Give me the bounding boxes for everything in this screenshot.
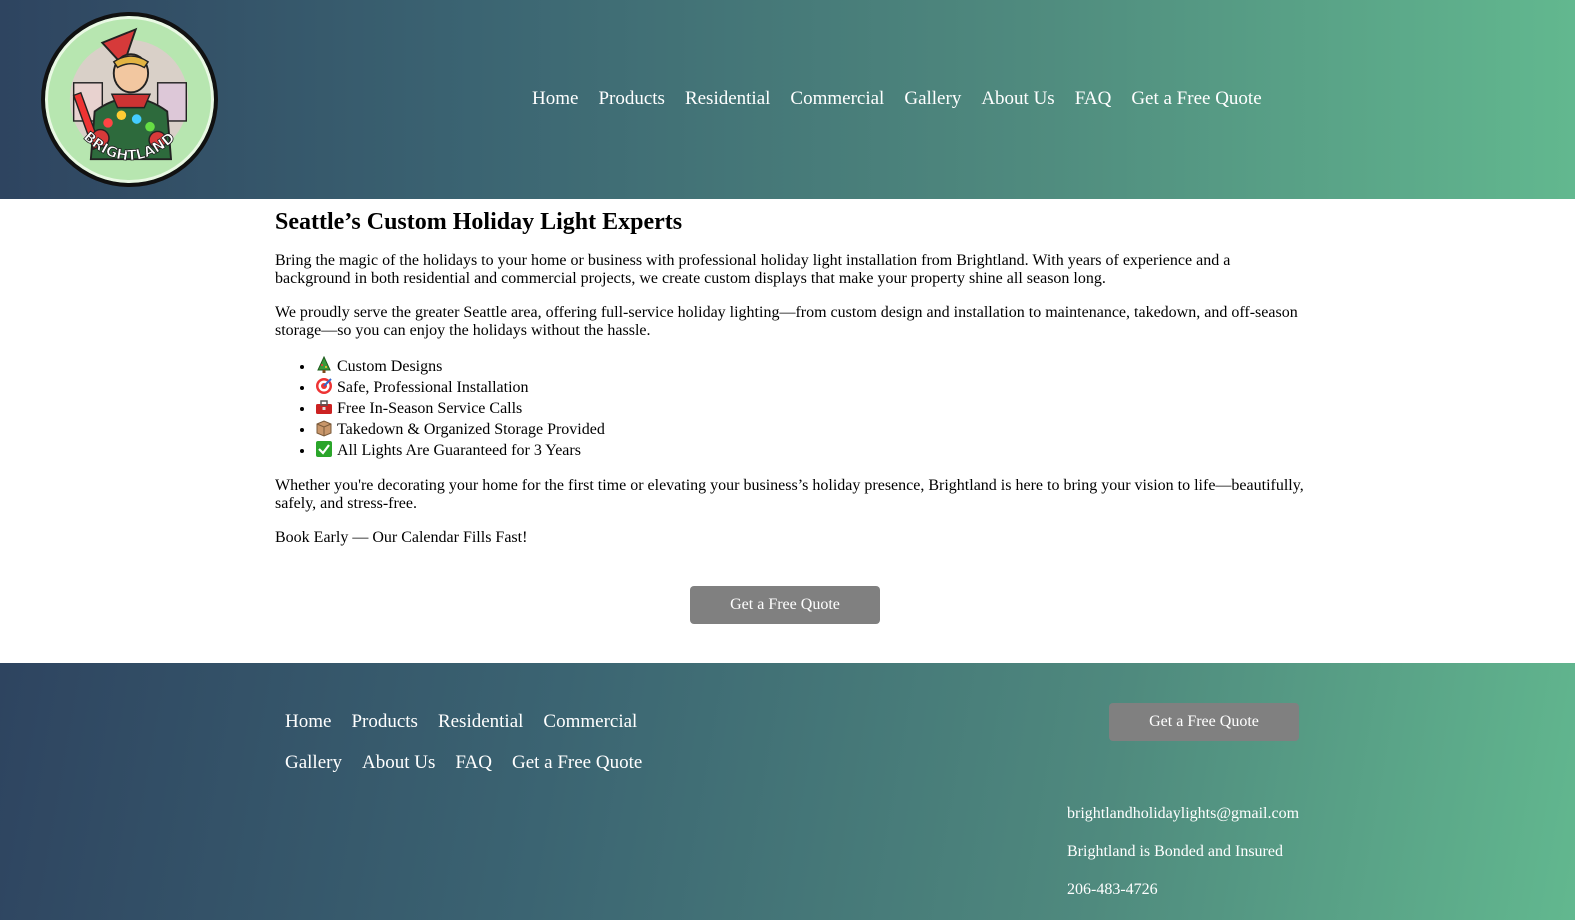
nav-get-quote[interactable]: Get a Free Quote — [1131, 88, 1261, 110]
nav-about-us[interactable]: About Us — [981, 88, 1054, 110]
nav-faq[interactable]: FAQ — [1075, 88, 1112, 110]
nav-commercial[interactable]: Commercial — [790, 88, 884, 110]
contact-info: brightlandholidaylights@gmail.com Bright… — [1067, 805, 1299, 919]
feature-label: Custom Designs — [337, 358, 443, 375]
footer-nav-gallery[interactable]: Gallery — [285, 752, 342, 773]
footer-nav-commercial[interactable]: Commercial — [543, 711, 637, 732]
feature-label: Free In-Season Service Calls — [337, 400, 523, 417]
feature-item: Custom Designs — [315, 356, 1305, 377]
nav-residential[interactable]: Residential — [685, 88, 770, 110]
feature-list: Custom Designs Safe, Professional Instal… — [315, 356, 1305, 461]
feature-item: All Lights Are Guaranteed for 3 Years — [315, 440, 1305, 461]
contact-email[interactable]: brightlandholidaylights@gmail.com — [1067, 805, 1299, 843]
elf-logo-icon: BRIGHTLAND — [69, 27, 189, 165]
feature-item: Takedown & Organized Storage Provided — [315, 419, 1305, 440]
box-icon — [316, 420, 332, 437]
feature-label: Takedown & Organized Storage Provided — [337, 421, 605, 438]
footer-nav-residential[interactable]: Residential — [438, 711, 523, 732]
footer-cta-container: Get a Free Quote — [1109, 703, 1299, 741]
tree-icon — [317, 356, 331, 373]
nav-products[interactable]: Products — [598, 88, 665, 110]
book-early-text: Book Early — Our Calendar Fills Fast! — [275, 529, 528, 546]
target-icon — [316, 378, 332, 394]
nav-home[interactable]: Home — [532, 88, 578, 110]
get-quote-button[interactable]: Get a Free Quote — [690, 586, 880, 624]
brightland-logo[interactable]: BRIGHTLAND — [41, 12, 218, 187]
footer-nav-get-quote[interactable]: Get a Free Quote — [512, 752, 642, 773]
nav-gallery[interactable]: Gallery — [904, 88, 961, 110]
footer-get-quote-button[interactable]: Get a Free Quote — [1109, 703, 1299, 741]
feature-label: Safe, Professional Installation — [337, 379, 529, 396]
cta-container: Get a Free Quote — [690, 586, 880, 624]
main-content: Seattle’s Custom Holiday Light Experts B… — [275, 199, 1305, 563]
footer-nav-home[interactable]: Home — [285, 711, 331, 732]
footer-nav: Home Products Residential Commercial Gal… — [285, 711, 725, 773]
check-icon — [316, 441, 332, 457]
site-footer: Home Products Residential Commercial Gal… — [0, 663, 1575, 920]
page-title: Seattle’s Custom Holiday Light Experts — [275, 209, 683, 235]
footer-nav-products[interactable]: Products — [351, 711, 418, 732]
feature-item: Free In-Season Service Calls — [315, 398, 1305, 419]
service-area-paragraph: We proudly serve the greater Seattle are… — [275, 304, 1298, 339]
toolbox-icon — [316, 400, 332, 414]
closing-paragraph: Whether you're decorating your home for … — [275, 477, 1304, 512]
footer-nav-about-us[interactable]: About Us — [362, 752, 435, 773]
insured-text: Brightland is Bonded and Insured — [1067, 843, 1283, 860]
site-header: BRIGHTLAND Home Products Residential Com… — [0, 0, 1575, 199]
intro-paragraph: Bring the magic of the holidays to your … — [275, 252, 1231, 287]
feature-label: All Lights Are Guaranteed for 3 Years — [337, 442, 581, 459]
feature-item: Safe, Professional Installation — [315, 377, 1305, 398]
main-nav: Home Products Residential Commercial Gal… — [532, 88, 1282, 110]
contact-phone[interactable]: 206-483-4726 — [1067, 881, 1299, 919]
footer-nav-faq[interactable]: FAQ — [455, 752, 492, 773]
